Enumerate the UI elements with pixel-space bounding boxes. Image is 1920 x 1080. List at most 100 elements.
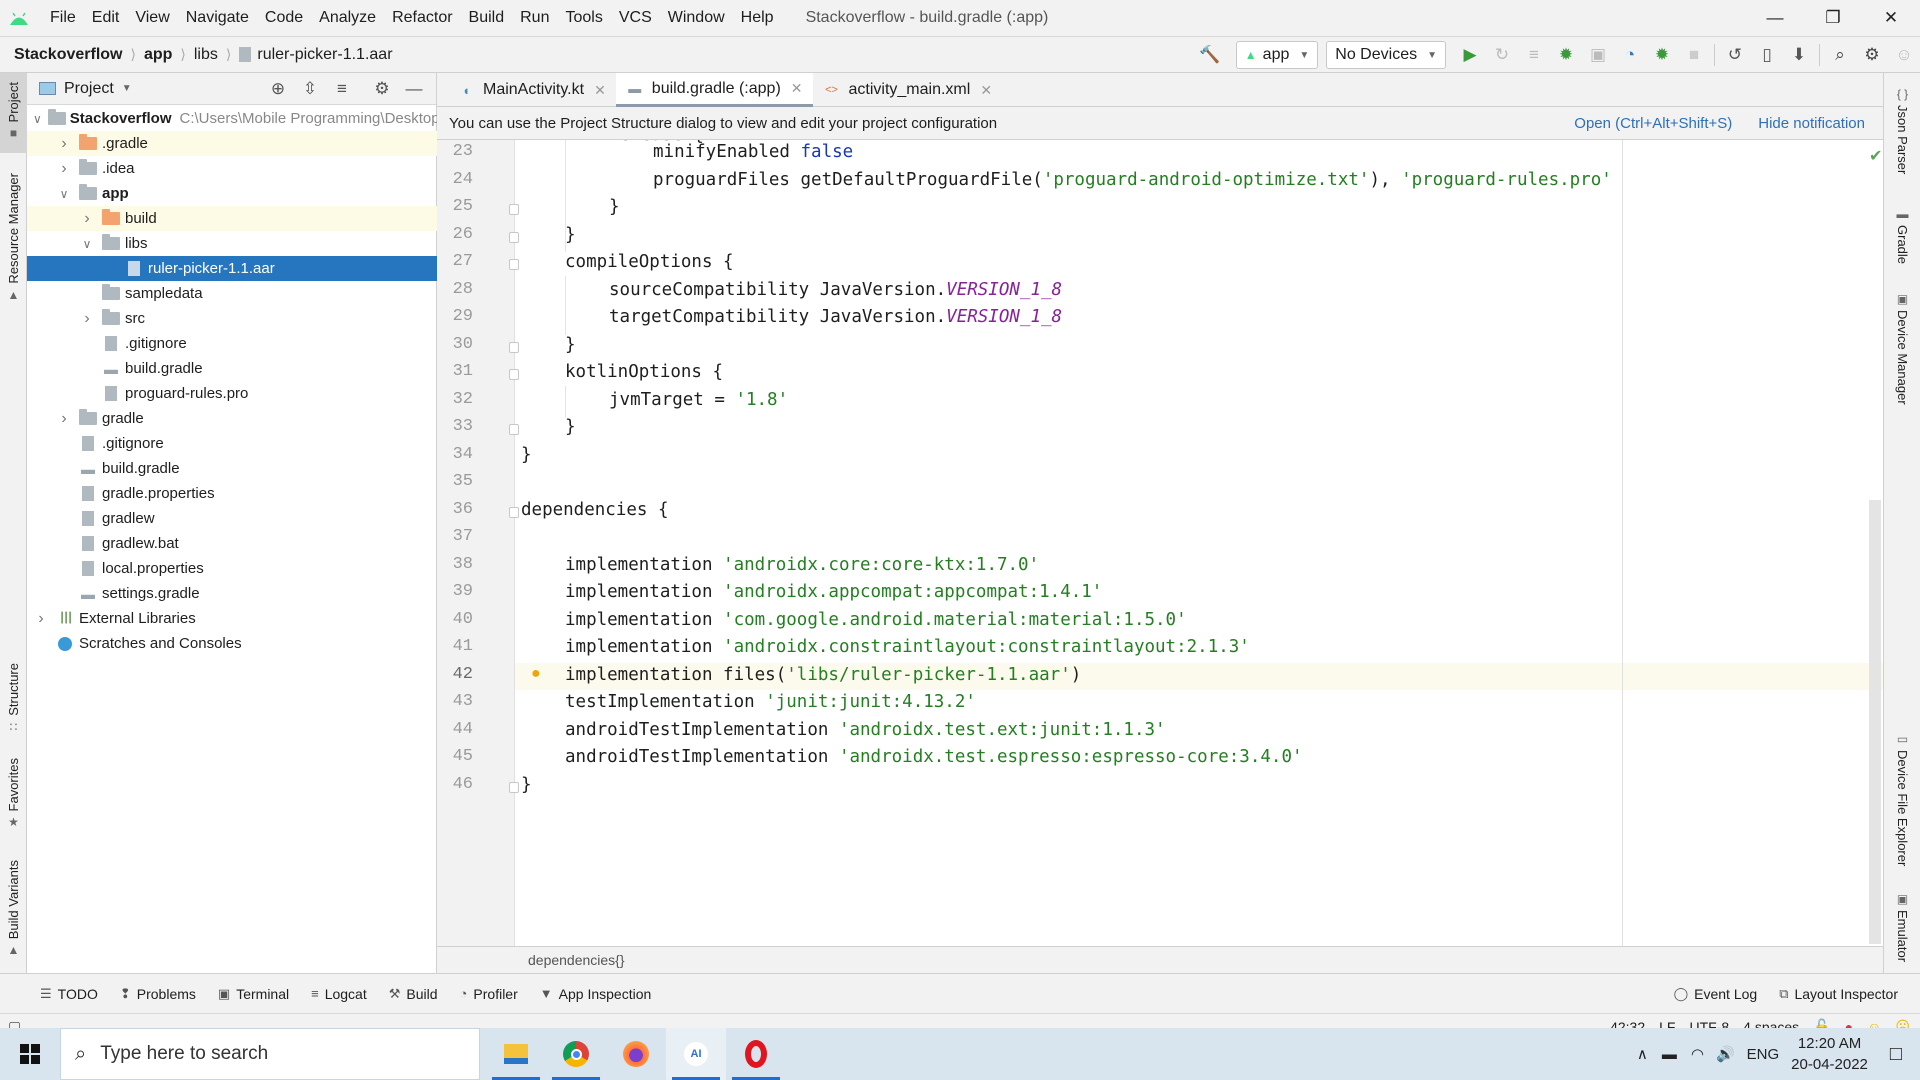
menu-tools[interactable]: Tools — [557, 9, 610, 27]
action-center-icon[interactable]: □ — [1890, 1043, 1902, 1066]
start-button[interactable] — [0, 1028, 60, 1080]
fold-marker-icon[interactable] — [509, 259, 519, 270]
tree-item[interactable]: gradle.properties — [27, 481, 437, 506]
hide-notification-link[interactable]: Hide notification — [1758, 115, 1865, 132]
make-project-hammer-icon[interactable]: 🔨 — [1195, 40, 1225, 70]
gradle-tool-tab[interactable]: ▬ Gradle — [1884, 203, 1920, 264]
tree-item[interactable]: .gitignore — [27, 431, 437, 456]
run-icon[interactable]: ▶ — [1455, 40, 1485, 70]
layout-inspector-tool-button[interactable]: ⧉ Layout Inspector — [1779, 986, 1898, 1002]
tab-main-activity[interactable]: ◖ MainActivity.kt ✕ — [447, 73, 616, 107]
resource-manager-tool-tab[interactable]: Resource Manager ▲ — [0, 173, 27, 306]
run-with-coverage-icon[interactable]: ▣ — [1583, 40, 1613, 70]
event-log-tool-button[interactable]: ◯ Event Log — [1674, 986, 1758, 1002]
account-avatar-icon[interactable]: ☺ — [1889, 40, 1919, 70]
project-view-selector[interactable]: Project — [64, 80, 114, 98]
chevron-right-icon[interactable]: › — [56, 160, 72, 178]
fold-marker-icon[interactable] — [509, 204, 519, 215]
show-hidden-icons-chevron-icon[interactable]: ∧ — [1637, 1045, 1648, 1063]
emulator-tool-tab[interactable]: ▣ Emulator — [1884, 888, 1920, 962]
minimize-button[interactable]: — — [1746, 0, 1804, 36]
taskbar-chrome[interactable] — [546, 1028, 606, 1080]
tree-item[interactable]: local.properties — [27, 556, 437, 581]
menu-refactor[interactable]: Refactor — [384, 9, 460, 27]
select-opened-file-icon[interactable]: ⊕ — [262, 79, 294, 99]
hide-panel-icon[interactable]: — — [398, 79, 430, 99]
debug-icon[interactable]: ✹ — [1551, 40, 1581, 70]
chevron-right-icon[interactable]: › — [79, 310, 95, 328]
device-dropdown[interactable]: No Devices ▼ — [1326, 41, 1446, 69]
tree-item[interactable]: .gitignore — [27, 331, 437, 356]
collapse-all-icon[interactable]: ≡ — [326, 79, 358, 99]
app-inspection-tool-button[interactable]: ▼ App Inspection — [540, 986, 652, 1002]
tree-item[interactable]: › src — [27, 306, 437, 331]
editor-breadcrumb[interactable]: dependencies{} — [528, 952, 625, 968]
fold-marker-icon[interactable] — [509, 424, 519, 435]
fold-marker-icon[interactable] — [509, 781, 519, 793]
chevron-down-icon[interactable]: ∨ — [56, 187, 72, 201]
sdk-manager-icon[interactable]: ⬇ — [1784, 40, 1814, 70]
fold-marker-icon[interactable] — [509, 341, 519, 353]
volume-icon[interactable]: 🔊 — [1716, 1045, 1735, 1063]
build-variants-tool-tab[interactable]: Build Variants ▲ — [0, 860, 27, 961]
menu-code[interactable]: Code — [257, 9, 311, 27]
chevron-right-icon[interactable]: › — [33, 610, 49, 628]
tree-item[interactable]: ▬ build.gradle — [27, 456, 437, 481]
tree-item[interactable]: gradlew.bat — [27, 531, 437, 556]
settings-gear-icon[interactable]: ⚙ — [1857, 40, 1887, 70]
chevron-down-icon[interactable]: ∨ — [79, 237, 95, 251]
chevron-down-icon[interactable]: ▼ — [122, 83, 132, 94]
wifi-icon[interactable]: ◠ — [1691, 1045, 1704, 1063]
vertical-scrollbar[interactable] — [1869, 500, 1881, 944]
fold-marker-icon[interactable] — [509, 231, 519, 243]
tree-item[interactable]: ruler-picker-1.1.aar — [27, 256, 437, 281]
stop-icon[interactable]: ■ — [1679, 40, 1709, 70]
taskbar-firefox[interactable] — [606, 1028, 666, 1080]
attach-debugger-icon[interactable]: ✹ — [1647, 40, 1677, 70]
menu-run[interactable]: Run — [512, 9, 557, 27]
tree-item[interactable]: › build — [27, 206, 437, 231]
profiler-tool-button[interactable]: ◔ Profiler — [460, 986, 518, 1002]
apply-changes-icon[interactable]: ↻ — [1487, 40, 1517, 70]
chevron-down-icon[interactable]: ∨ — [33, 112, 42, 126]
chevron-right-icon[interactable]: › — [56, 410, 72, 428]
input-language[interactable]: ENG — [1747, 1046, 1780, 1063]
breadcrumb-project[interactable]: Stackoverflow — [14, 46, 122, 64]
restore-button[interactable]: ❐ — [1804, 0, 1862, 36]
terminal-tool-button[interactable]: ▣ Terminal — [218, 986, 289, 1002]
tab-build-gradle[interactable]: ▬ build.gradle (:app) ✕ — [615, 73, 813, 107]
tree-item[interactable]: › gradle — [27, 406, 437, 431]
taskbar-android-studio[interactable]: AI — [666, 1028, 726, 1080]
menu-vcs[interactable]: VCS — [611, 9, 660, 27]
close-button[interactable]: ✕ — [1862, 0, 1920, 36]
device-file-explorer-tool-tab[interactable]: ▭ Device File Explorer — [1884, 728, 1920, 866]
todo-tool-button[interactable]: ☰ TODO — [40, 986, 98, 1002]
structure-tool-tab[interactable]: Structure ∷ — [0, 663, 27, 738]
tree-item[interactable]: ▬ build.gradle — [27, 356, 437, 381]
close-tab-icon[interactable]: ✕ — [980, 82, 992, 99]
device-manager-icon[interactable]: ▯ — [1752, 40, 1782, 70]
profile-icon[interactable]: ◔ — [1615, 40, 1645, 70]
breadcrumb-file[interactable]: ruler-picker-1.1.aar — [257, 46, 392, 64]
battery-icon[interactable]: ▬ — [1662, 1046, 1677, 1063]
chevron-right-icon[interactable]: › — [56, 135, 72, 153]
apply-code-changes-icon[interactable]: ≡ — [1519, 40, 1549, 70]
project-tool-tab[interactable]: Project ■ — [0, 73, 27, 153]
tree-item[interactable]: ▬ settings.gradle — [27, 581, 437, 606]
breadcrumb-module[interactable]: app — [144, 46, 172, 64]
taskbar-search-box[interactable]: ⌕ Type here to search — [60, 1028, 480, 1080]
tree-item[interactable]: ∨ libs — [27, 231, 437, 256]
tree-item[interactable]: gradlew — [27, 506, 437, 531]
menu-edit[interactable]: Edit — [84, 9, 128, 27]
chevron-right-icon[interactable]: › — [79, 210, 95, 228]
tree-item[interactable]: Scratches and Consoles — [27, 631, 437, 656]
menu-build[interactable]: Build — [461, 9, 513, 27]
tree-item[interactable]: sampledata — [27, 281, 437, 306]
panel-settings-gear-icon[interactable]: ⚙ — [366, 79, 398, 99]
tree-item[interactable]: ∨ Stackoverflow C:\Users\Mobile Programmin… — [27, 106, 437, 131]
device-manager-tool-tab[interactable]: ▣ Device Manager — [1884, 288, 1920, 405]
taskbar-opera[interactable] — [726, 1028, 786, 1080]
breadcrumb-folder[interactable]: libs — [194, 46, 218, 64]
logcat-tool-button[interactable]: ≡ Logcat — [311, 986, 367, 1002]
problems-tool-button[interactable]: ❢ Problems — [120, 986, 196, 1002]
